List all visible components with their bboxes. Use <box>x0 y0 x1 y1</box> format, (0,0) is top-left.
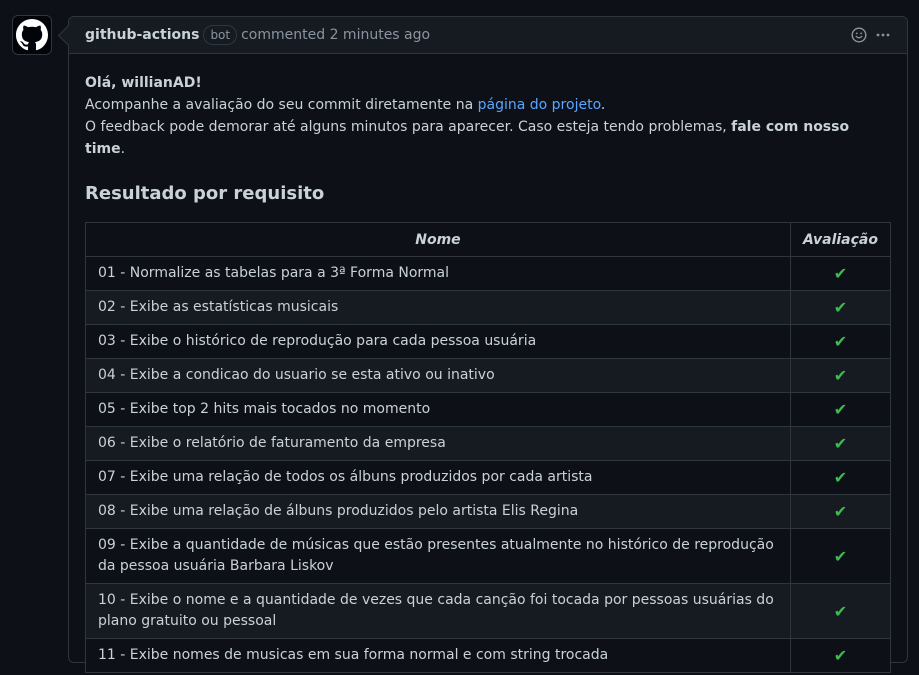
table-row: 08 - Exibe uma relação de álbuns produzi… <box>85 494 892 529</box>
project-line: Acompanhe a avaliação do seu commit dire… <box>85 94 891 116</box>
feedback-line-suffix: . <box>120 141 126 157</box>
requirement-name: 06 - Exibe o relatório de faturamento da… <box>85 426 791 461</box>
author-link[interactable]: github-actions <box>85 27 199 43</box>
requirement-name: 01 - Normalize as tabelas para a 3ª Form… <box>85 256 791 291</box>
project-line-suffix: . <box>600 97 606 113</box>
check-icon: ✔ <box>789 324 892 359</box>
more-options-button[interactable] <box>875 27 891 43</box>
check-icon: ✔ <box>789 583 892 639</box>
section-title: Resultado por requisito <box>85 183 325 204</box>
project-page-link[interactable]: página do projeto <box>478 97 601 113</box>
table-row: 04 - Exibe a condicao do usuario se esta… <box>85 358 892 393</box>
requirement-name: 08 - Exibe uma relação de álbuns produzi… <box>85 494 791 529</box>
check-icon: ✔ <box>789 392 892 427</box>
kebab-horizontal-icon <box>876 33 890 37</box>
table-row: 06 - Exibe o relatório de faturamento da… <box>85 426 892 461</box>
results-table: Nome Avaliação 01 - Normalize as tabelas… <box>85 222 892 673</box>
table-row: 05 - Exibe top 2 hits mais tocados no mo… <box>85 392 892 427</box>
table-row: 01 - Normalize as tabelas para a 3ª Form… <box>85 256 892 291</box>
table-header-row: Nome Avaliação <box>85 222 892 257</box>
requirement-name: 03 - Exibe o histórico de reprodução par… <box>85 324 791 359</box>
github-logo-icon <box>16 19 48 51</box>
requirement-name: 04 - Exibe a condicao do usuario se esta… <box>85 358 791 393</box>
bot-badge: bot <box>203 25 238 45</box>
comment-timestamp[interactable]: commented 2 minutes ago <box>241 27 430 43</box>
table-row: 09 - Exibe a quantidade de músicas que e… <box>85 528 892 584</box>
requirement-name: 09 - Exibe a quantidade de músicas que e… <box>85 528 791 584</box>
table-row: 02 - Exibe as estatísticas musicais ✔ <box>85 290 892 325</box>
project-line-prefix: Acompanhe a avaliação do seu commit dire… <box>85 97 478 113</box>
table-row: 07 - Exibe uma relação de todos os álbun… <box>85 460 892 495</box>
check-icon: ✔ <box>789 426 892 461</box>
avatar[interactable] <box>12 15 52 55</box>
requirement-name: 05 - Exibe top 2 hits mais tocados no mo… <box>85 392 791 427</box>
table-row: 03 - Exibe o histórico de reprodução par… <box>85 324 892 359</box>
table-row: 10 - Exibe o nome e a quantidade de veze… <box>85 583 892 639</box>
check-icon: ✔ <box>789 290 892 325</box>
requirement-name: 07 - Exibe uma relação de todos os álbun… <box>85 460 791 495</box>
comment-body: Olá, willianAD! Acompanhe a avaliação do… <box>69 54 907 673</box>
table-row: 11 - Exibe nomes de musicas em sua forma… <box>85 638 892 673</box>
reaction-button[interactable] <box>851 27 867 43</box>
smiley-icon <box>851 27 867 43</box>
feedback-line: O feedback pode demorar até alguns minut… <box>85 116 891 160</box>
requirement-name: 11 - Exibe nomes de musicas em sua forma… <box>85 638 791 673</box>
column-header-name: Nome <box>85 222 791 257</box>
check-icon: ✔ <box>789 494 892 529</box>
check-icon: ✔ <box>789 256 892 291</box>
requirement-name: 02 - Exibe as estatísticas musicais <box>85 290 791 325</box>
check-icon: ✔ <box>789 358 892 393</box>
greeting-line: Olá, willianAD! <box>85 72 891 94</box>
feedback-line-prefix: O feedback pode demorar até alguns minut… <box>85 119 732 135</box>
comment-box: github-actions bot commented 2 minutes a… <box>68 16 908 673</box>
check-icon: ✔ <box>789 638 892 673</box>
check-icon: ✔ <box>789 460 892 495</box>
check-icon: ✔ <box>789 528 892 584</box>
comment-header: github-actions bot commented 2 minutes a… <box>69 17 907 54</box>
greeting: Olá, willianAD! <box>85 75 202 91</box>
requirement-name: 10 - Exibe o nome e a quantidade de veze… <box>85 583 791 639</box>
column-header-result: Avaliação <box>789 222 892 257</box>
